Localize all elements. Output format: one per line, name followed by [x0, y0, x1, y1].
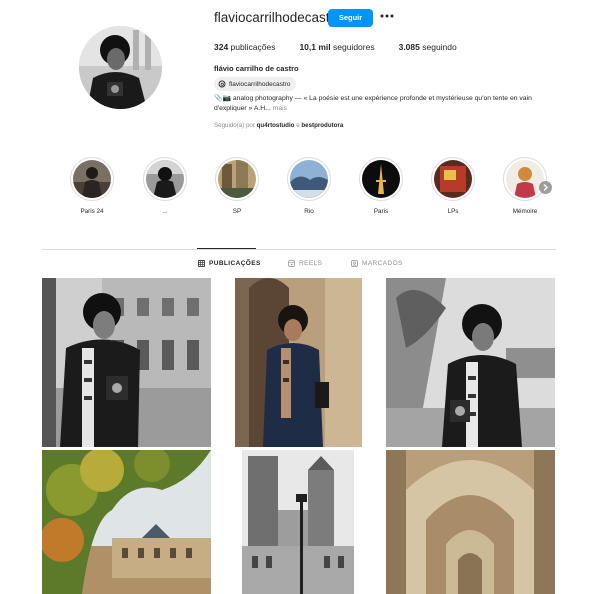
followed-by-prefix: Seguido(a) por: [214, 122, 257, 129]
tab-posts-label: PUBLICAÇÕES: [209, 260, 261, 267]
tab-reels-label: REELS: [299, 260, 323, 267]
followers-count: 10,1 mil: [299, 42, 331, 52]
tab-tagged[interactable]: MARCADOS: [351, 260, 403, 267]
chevron-right-icon: [543, 184, 548, 191]
reels-icon: [288, 260, 295, 267]
post-thumbnail[interactable]: [42, 450, 211, 594]
highlight-ellipsis[interactable]: ...: [135, 157, 195, 215]
following-label: seguindo: [419, 42, 457, 52]
tagged-icon: [351, 260, 358, 267]
posts-stat: 324 publicações: [214, 42, 275, 52]
story-highlights: Paris 24 ... SP Rio Paris LPs Mémoire: [62, 157, 562, 223]
highlight-thumbnail: [290, 160, 328, 198]
highlight-thumbnail: [146, 160, 184, 198]
threads-link[interactable]: flaviocarrilhodecastro: [214, 77, 297, 91]
highlight-label: Paris 24: [80, 208, 104, 215]
highlights-next-button[interactable]: [539, 181, 552, 194]
bio-text: 📎📷 analog photography — « La poésie est …: [214, 95, 532, 112]
followed-by: Seguido(a) por qu4rtostudio e bestprodut…: [214, 122, 343, 129]
profile-username: flaviocarrilhodecastro: [214, 10, 342, 25]
profile-stats: 324 publicações 10,1 mil seguidores 3.08…: [214, 42, 481, 52]
highlight-label: LPs: [447, 208, 459, 215]
follow-button[interactable]: Seguir: [328, 9, 373, 27]
tabs-divider: [42, 249, 556, 250]
profile-avatar[interactable]: [79, 26, 162, 109]
post-thumbnail[interactable]: [386, 278, 555, 447]
highlight-thumbnail: [434, 160, 472, 198]
followers-label: seguidores: [330, 42, 375, 52]
highlight-rio[interactable]: Rio: [279, 157, 339, 215]
highlight-lps[interactable]: LPs: [423, 157, 483, 215]
highlight-thumbnail: [73, 160, 111, 198]
following-count: 3.085: [398, 42, 420, 52]
post-thumbnail[interactable]: [42, 278, 211, 447]
active-tab-indicator: [197, 248, 256, 249]
profile-full-name: flávio carrilho de castro: [214, 64, 299, 73]
tab-reels[interactable]: REELS: [288, 260, 322, 267]
post-thumbnail[interactable]: [242, 450, 354, 594]
post-thumbnail[interactable]: [386, 450, 555, 594]
followers-stat[interactable]: 10,1 mil seguidores: [299, 42, 374, 52]
highlight-label: Paris: [373, 208, 389, 215]
bio-more-link[interactable]: mais: [271, 105, 287, 112]
highlight-thumbnail: [362, 160, 400, 198]
followed-by-user-2[interactable]: bestprodutora: [301, 122, 343, 129]
highlight-label: Mémoire: [512, 208, 538, 215]
post-thumbnail[interactable]: [235, 278, 362, 447]
profile-bio: 📎📷 analog photography — « La poésie est …: [214, 94, 564, 114]
following-stat[interactable]: 3.085 seguindo: [399, 42, 457, 52]
tab-tagged-label: MARCADOS: [362, 260, 403, 267]
threads-handle: flaviocarrilhodecastro: [229, 80, 291, 88]
posts-label: publicações: [228, 42, 276, 52]
highlight-thumbnail: [218, 160, 256, 198]
grid-icon: [198, 260, 205, 267]
highlight-paris-24[interactable]: Paris 24: [62, 157, 122, 215]
highlight-label: SP: [232, 208, 242, 215]
tab-posts[interactable]: PUBLICAÇÕES: [198, 260, 261, 267]
threads-icon: [218, 80, 226, 88]
ellipsis-icon[interactable]: [379, 8, 395, 24]
highlight-label: ...: [162, 208, 168, 215]
posts-count: 324: [214, 42, 229, 52]
highlight-paris[interactable]: Paris: [351, 157, 411, 215]
highlight-sp[interactable]: SP: [207, 157, 267, 215]
followed-by-user-1[interactable]: qu4rtostudio: [257, 122, 295, 129]
highlight-label: Rio: [304, 208, 314, 215]
